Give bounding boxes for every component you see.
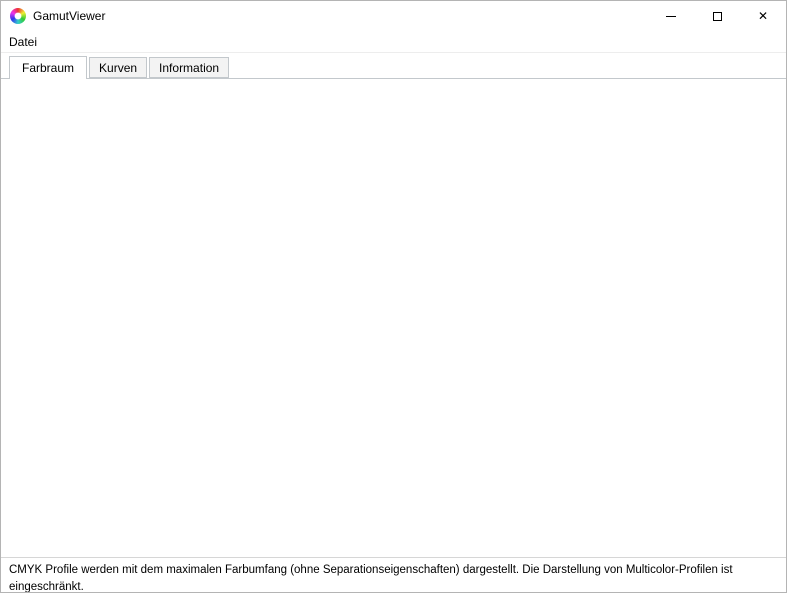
tab-strip: Farbraum Kurven Information (9, 55, 231, 78)
menu-datei[interactable]: Datei (1, 31, 45, 53)
tab-kurven[interactable]: Kurven (89, 57, 147, 78)
title-bar: GamutViewer ✕ (1, 1, 786, 31)
minimize-icon (666, 16, 676, 17)
tab-page-farbraum (1, 78, 786, 558)
app-window: GamutViewer ✕ Datei Farbraum Kurven Info… (0, 0, 787, 593)
close-button[interactable]: ✕ (740, 1, 786, 31)
tab-farbraum[interactable]: Farbraum (9, 56, 87, 79)
window-controls: ✕ (648, 1, 786, 31)
status-line-1: CMYK Profile werden mit dem maximalen Fa… (9, 563, 784, 577)
app-color-wheel-icon (10, 8, 26, 24)
maximize-icon (713, 12, 722, 21)
menu-bar: Datei (1, 31, 786, 53)
status-line-2: eingeschränkt. (9, 580, 784, 593)
minimize-button[interactable] (648, 1, 694, 31)
window-title: GamutViewer (33, 9, 105, 23)
maximize-button[interactable] (694, 1, 740, 31)
tab-information[interactable]: Information (149, 57, 229, 78)
close-icon: ✕ (758, 10, 768, 22)
